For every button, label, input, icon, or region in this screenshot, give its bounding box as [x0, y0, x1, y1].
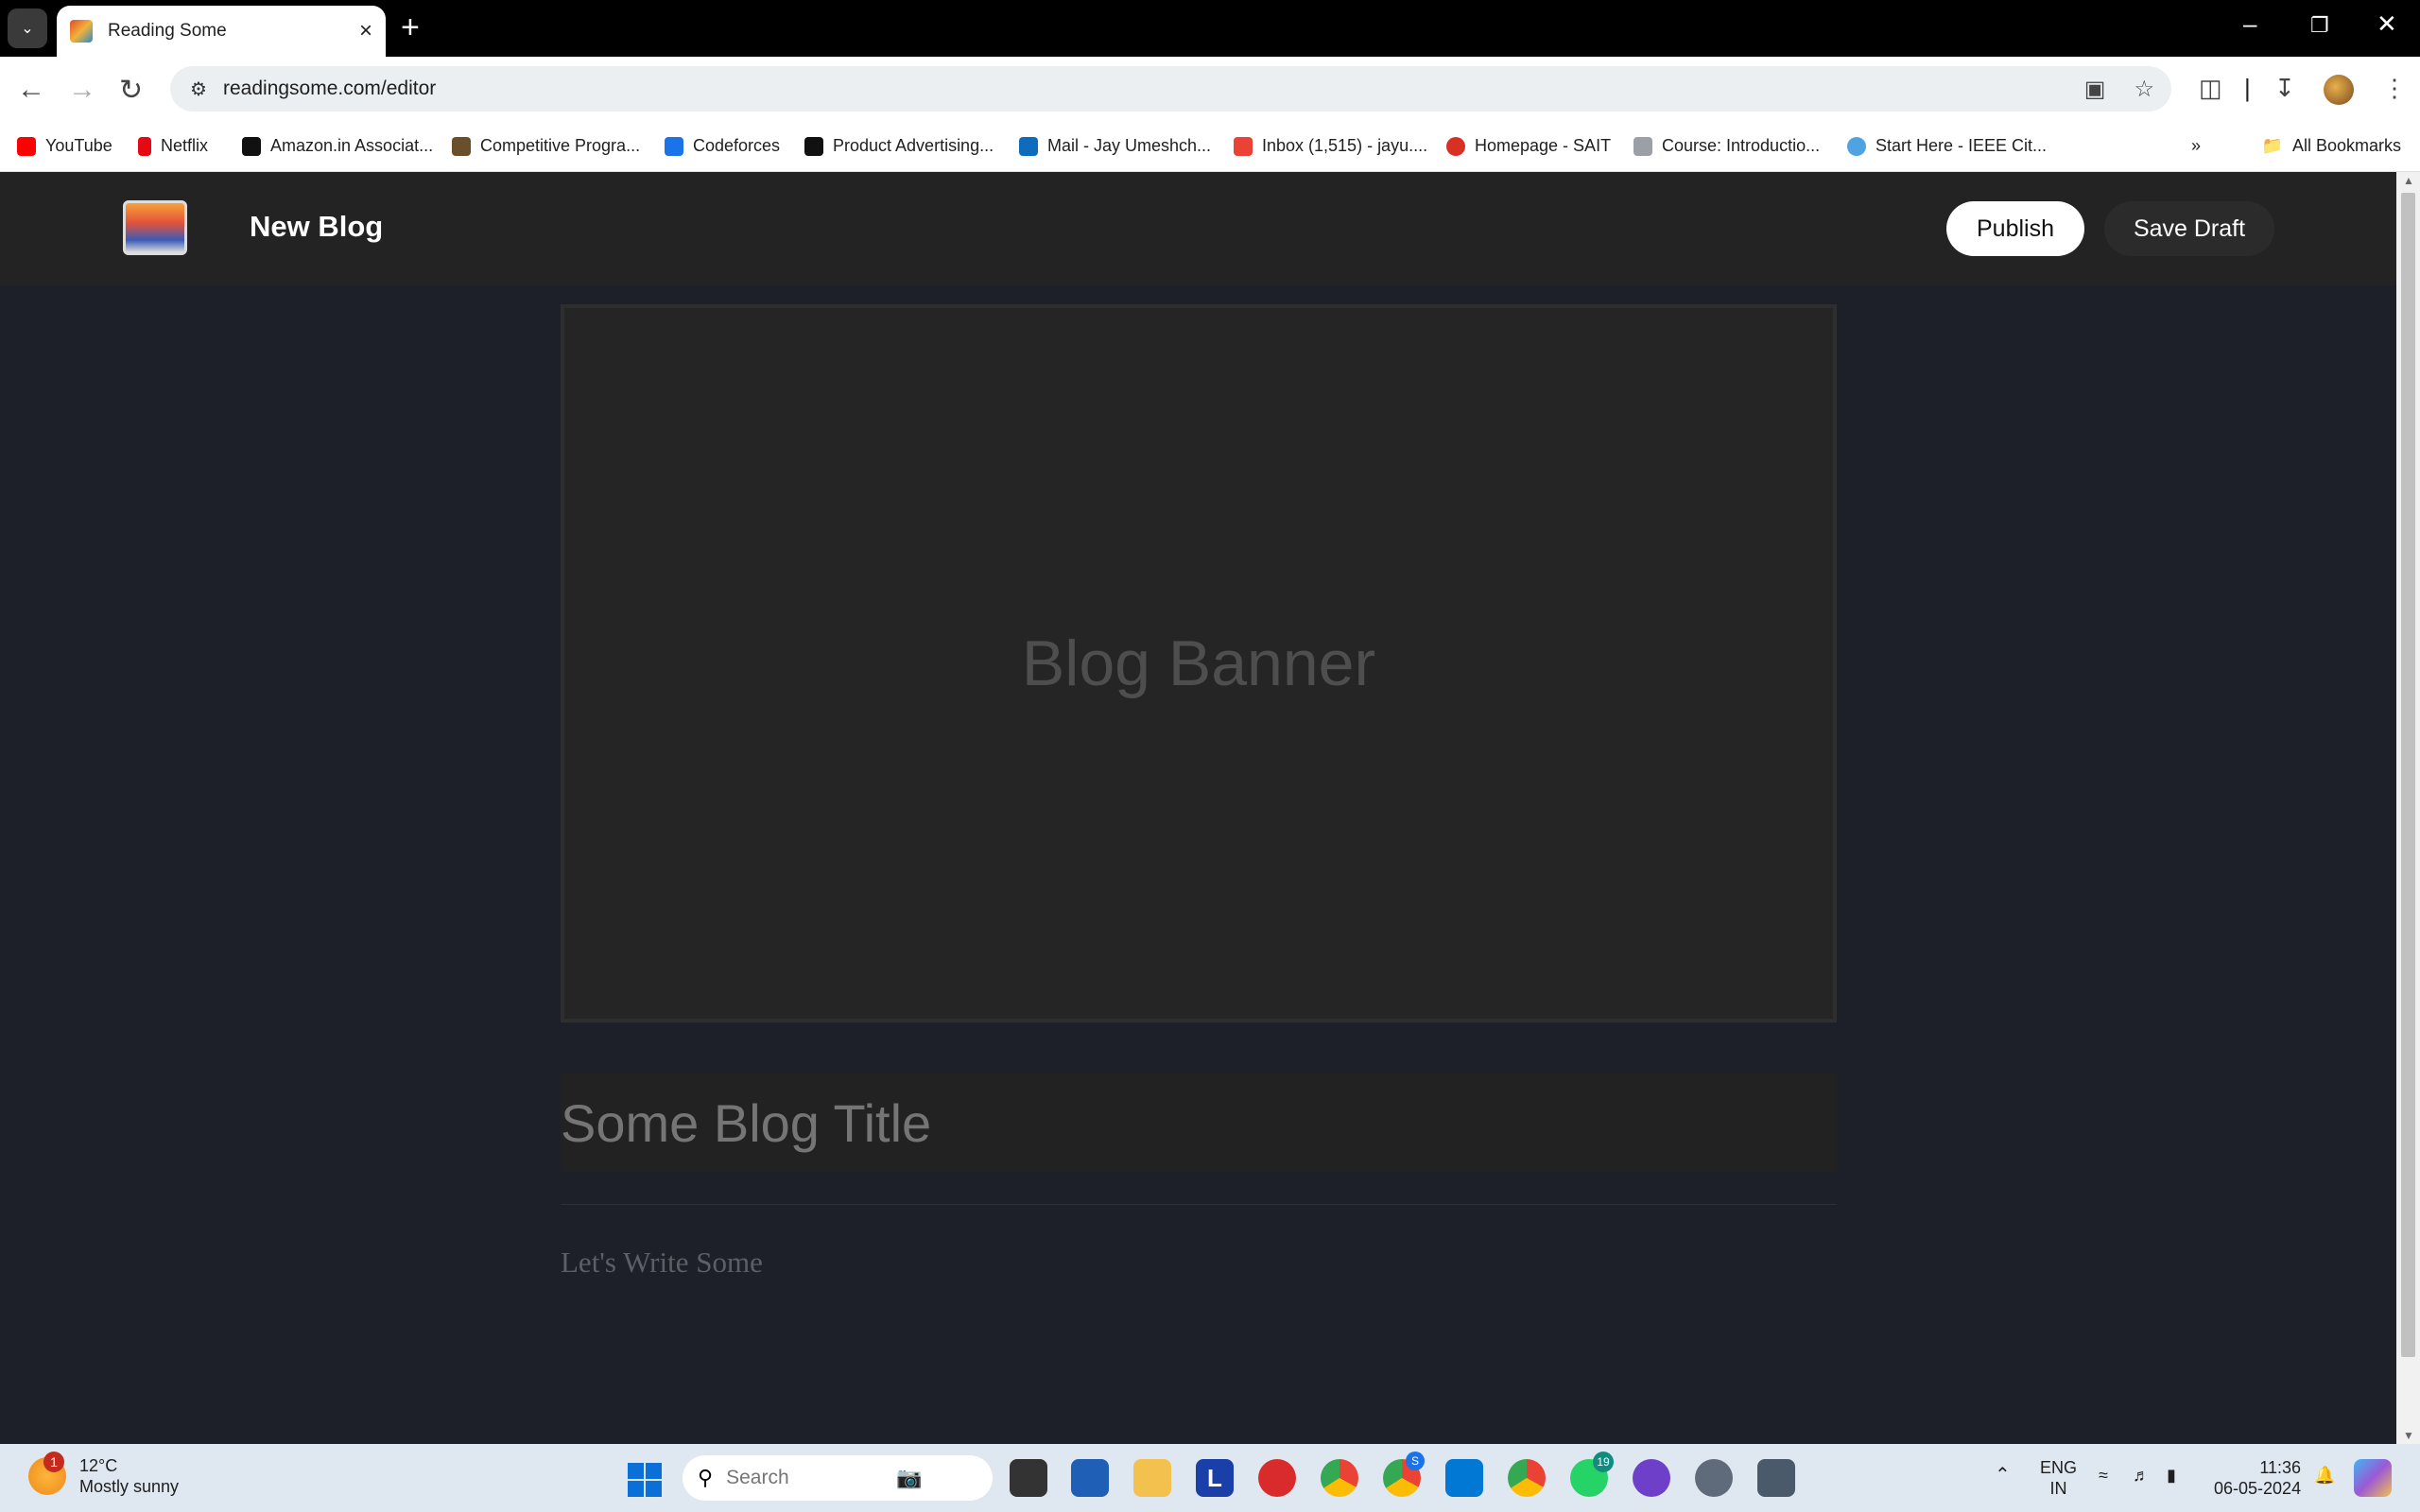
gmail-icon	[1234, 136, 1253, 156]
sun-icon: 1	[28, 1452, 66, 1495]
bookmark-item[interactable]: Codeforces	[665, 136, 780, 156]
copilot-icon[interactable]	[2354, 1459, 2392, 1497]
github-icon[interactable]	[1633, 1459, 1670, 1497]
bookmark-item[interactable]: Competitive Progra...	[452, 136, 640, 156]
url-input[interactable]	[223, 77, 2171, 100]
search-icon: ⚲	[698, 1466, 714, 1489]
bookmark-item[interactable]: Homepage - SAIT	[1446, 136, 1611, 156]
browser-tab[interactable]: Reading Some ×	[57, 6, 386, 57]
scrollbar-thumb[interactable]	[2401, 193, 2415, 1357]
bookmark-item[interactable]: Netflix	[138, 136, 208, 156]
bookmark-item[interactable]: YouTube	[17, 136, 112, 156]
scrollbar[interactable]: ▲ ▼	[2396, 172, 2420, 1444]
chrome-alt-icon[interactable]	[1508, 1459, 1546, 1497]
language-indicator[interactable]: ENG IN	[2040, 1457, 2077, 1499]
media-player-icon[interactable]	[1258, 1459, 1296, 1497]
folder-icon: 📁	[2261, 136, 2283, 155]
taskbar-search-input[interactable]	[726, 1467, 897, 1489]
toolbar-divider: |	[2244, 74, 2251, 102]
banner-placeholder: Blog Banner	[1021, 627, 1376, 699]
blog-title-input[interactable]	[561, 1074, 1837, 1172]
amazon-icon	[242, 136, 261, 156]
more-bookmarks-icon[interactable]: »	[2191, 136, 2201, 156]
all-bookmarks[interactable]: 📁 All Bookmarks	[2262, 136, 2401, 156]
browser-tab-strip: ⌄ Reading Some × + – ❐ ✕	[0, 0, 2420, 57]
weather-widget[interactable]: 1 12°C Mostly sunny	[28, 1452, 180, 1497]
site-info-icon[interactable]: ⚙	[180, 77, 217, 101]
whatsapp-badge: 19	[1593, 1452, 1614, 1472]
sait-icon	[1446, 136, 1465, 156]
tab-search-button[interactable]: ⌄	[8, 9, 47, 48]
amazon-icon	[804, 136, 823, 156]
whatsapp-icon[interactable]: 19	[1570, 1452, 1614, 1497]
app-logo[interactable]	[123, 200, 187, 255]
temperature: 12°C	[79, 1456, 118, 1475]
chevron-down-icon: ⌄	[21, 21, 34, 37]
file-explorer-icon[interactable]	[1133, 1459, 1171, 1497]
extensions-icon[interactable]: ◫	[2199, 74, 2222, 103]
new-tab-button[interactable]: +	[401, 9, 420, 45]
settings-icon[interactable]	[1695, 1459, 1733, 1497]
site-favicon-icon	[70, 20, 93, 43]
weather-badge: 1	[43, 1452, 64, 1472]
codechef-icon	[452, 136, 471, 156]
bookmark-star-icon[interactable]: ☆	[2134, 76, 2154, 103]
blog-body-editor[interactable]: Let's Write Some	[561, 1246, 763, 1280]
restore-icon[interactable]: ❐	[2310, 13, 2329, 38]
clock[interactable]: 11:36 06-05-2024	[2214, 1457, 2301, 1499]
save-draft-button[interactable]: Save Draft	[2104, 201, 2274, 256]
bookmark-item[interactable]: Mail - Jay Umeshch...	[1019, 136, 1211, 156]
publish-button[interactable]: Publish	[1946, 201, 2084, 256]
download-icon[interactable]: ↧	[2274, 74, 2295, 103]
chrome-icon[interactable]	[1321, 1459, 1358, 1497]
page-title: New Blog	[250, 210, 384, 243]
profile-avatar[interactable]	[2324, 75, 2354, 105]
camera-blocked-icon[interactable]: ▣	[2084, 76, 2106, 103]
reload-icon[interactable]: ↻	[119, 74, 143, 107]
bookmarks-bar: YouTube Netflix Amazon.in Associat... Co…	[0, 123, 2420, 172]
bookmark-item[interactable]: Course: Introductio...	[1634, 136, 1820, 156]
blog-banner-upload[interactable]: Blog Banner	[561, 304, 1837, 1022]
netflix-icon	[138, 136, 151, 156]
tab-title: Reading Some	[108, 21, 227, 41]
codeforces-icon	[665, 136, 683, 156]
course-icon	[1634, 136, 1652, 156]
outlook-icon	[1019, 136, 1038, 156]
scroll-up-icon[interactable]: ▲	[2403, 174, 2414, 187]
youtube-icon	[17, 136, 36, 156]
notification-bell-icon[interactable]: 🔔	[2314, 1465, 2335, 1486]
forward-icon[interactable]: →	[68, 74, 96, 106]
vscode-icon[interactable]	[1445, 1459, 1483, 1497]
lexicon-icon[interactable]: L	[1196, 1459, 1234, 1497]
bookmark-item[interactable]: Start Here - IEEE Cit...	[1847, 136, 2047, 156]
volume-icon[interactable]: ♬	[2133, 1465, 2150, 1486]
camera-icon: 📷	[896, 1466, 923, 1489]
bookmark-item[interactable]: Amazon.in Associat...	[242, 136, 433, 156]
app-header: New Blog Publish Save Draft	[0, 172, 2396, 285]
close-tab-icon[interactable]: ×	[359, 18, 372, 44]
taskbar: 1 12°C Mostly sunny ⚲ 📷 L S 19 ⌃ ENG IN …	[0, 1444, 2420, 1512]
task-view-icon[interactable]	[1010, 1459, 1047, 1497]
address-bar[interactable]: ⚙ ▣ ☆	[170, 66, 2171, 112]
menu-icon[interactable]: ⋮	[2382, 74, 2407, 103]
bookmark-item[interactable]: Inbox (1,515) - jayu....	[1234, 136, 1427, 156]
chrome-badge: S	[1406, 1452, 1425, 1470]
chevron-up-icon[interactable]: ⌃	[1995, 1465, 2011, 1486]
browser-toolbar: ← → ↻ ⚙ ▣ ☆ ◫ | ↧ ⋮	[0, 57, 2420, 123]
divider	[561, 1204, 1837, 1205]
back-icon[interactable]: ←	[17, 74, 45, 106]
minimize-icon[interactable]: –	[2243, 9, 2256, 39]
wifi-icon[interactable]: ≈	[2099, 1465, 2108, 1486]
scroll-down-icon[interactable]: ▼	[2403, 1429, 2414, 1442]
start-button[interactable]	[628, 1463, 662, 1497]
store-icon[interactable]	[1071, 1459, 1109, 1497]
calculator-icon[interactable]	[1757, 1459, 1795, 1497]
weather-description: Mostly sunny	[79, 1477, 180, 1496]
close-window-icon[interactable]: ✕	[2377, 9, 2397, 39]
cloud-icon	[1847, 136, 1866, 156]
battery-icon[interactable]: ▮	[2167, 1465, 2176, 1486]
bookmark-item[interactable]: Product Advertising...	[804, 136, 994, 156]
chrome-profile-icon[interactable]: S	[1383, 1452, 1425, 1497]
taskbar-search[interactable]: ⚲ 📷	[683, 1455, 993, 1501]
